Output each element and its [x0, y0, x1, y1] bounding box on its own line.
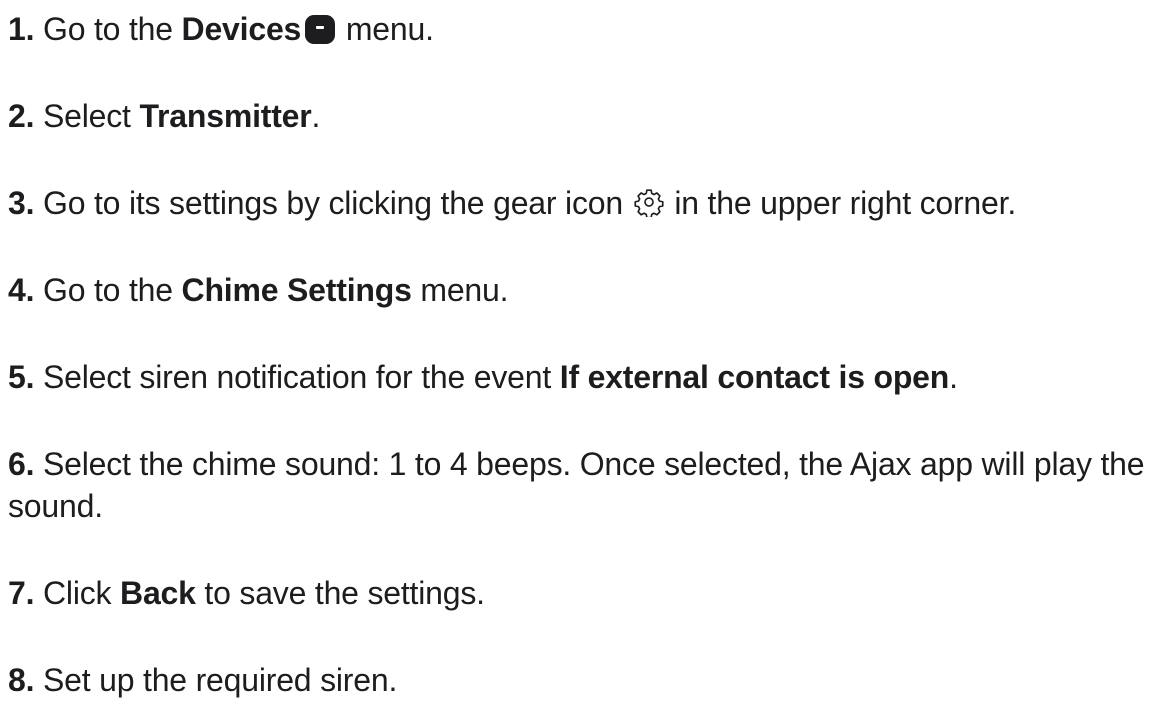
step-number: 7. [8, 575, 35, 611]
step-bold-text: Transmitter [139, 98, 312, 134]
step-4: 4. Go to the Chime Settings menu. [8, 269, 1163, 311]
step-text-end: in the upper right corner. [665, 185, 1017, 221]
step-6: 6. Select the chime sound: 1 to 4 beeps.… [8, 443, 1163, 527]
step-bold-text: Devices [181, 11, 302, 47]
step-1: 1. Go to the Devices menu. [8, 8, 1163, 50]
step-number: 1. [8, 11, 35, 47]
devices-menu-icon [305, 15, 336, 44]
step-number: 3. [8, 185, 35, 221]
step-number: 2. [8, 98, 35, 134]
step-number: 5. [8, 359, 35, 395]
step-number: 6. [8, 446, 35, 482]
step-text: Click [43, 575, 121, 611]
step-text: Select [43, 98, 140, 134]
step-text: Go to the [43, 11, 182, 47]
step-text-end: . [949, 359, 958, 395]
step-text: Select the chime sound: 1 to 4 beeps. On… [8, 446, 1145, 524]
step-text: Go to its settings by clicking the gear … [43, 185, 623, 221]
step-number: 8. [8, 662, 35, 698]
step-3: 3. Go to its settings by clicking the ge… [8, 182, 1163, 224]
step-text-end: to save the settings. [195, 575, 485, 611]
step-7: 7. Click Back to save the settings. [8, 572, 1163, 614]
step-bold-text: Chime Settings [181, 272, 412, 308]
gear-icon [634, 189, 664, 217]
step-bold-text: Back [120, 575, 196, 611]
step-text: Set up the required siren. [43, 662, 398, 698]
step-8: 8. Set up the required siren. [8, 659, 1163, 701]
step-text: Select siren notification for the event [43, 359, 560, 395]
step-bold-text: If external contact is open [559, 359, 950, 395]
step-number: 4. [8, 272, 35, 308]
step-text-end: . [311, 98, 321, 134]
step-2: 2. Select Transmitter. [8, 95, 1163, 137]
step-text: Go to the [43, 272, 182, 308]
step-text-end: menu. [337, 11, 434, 47]
step-text-end: menu. [411, 272, 509, 308]
step-5: 5. Select siren notification for the eve… [8, 356, 1163, 398]
